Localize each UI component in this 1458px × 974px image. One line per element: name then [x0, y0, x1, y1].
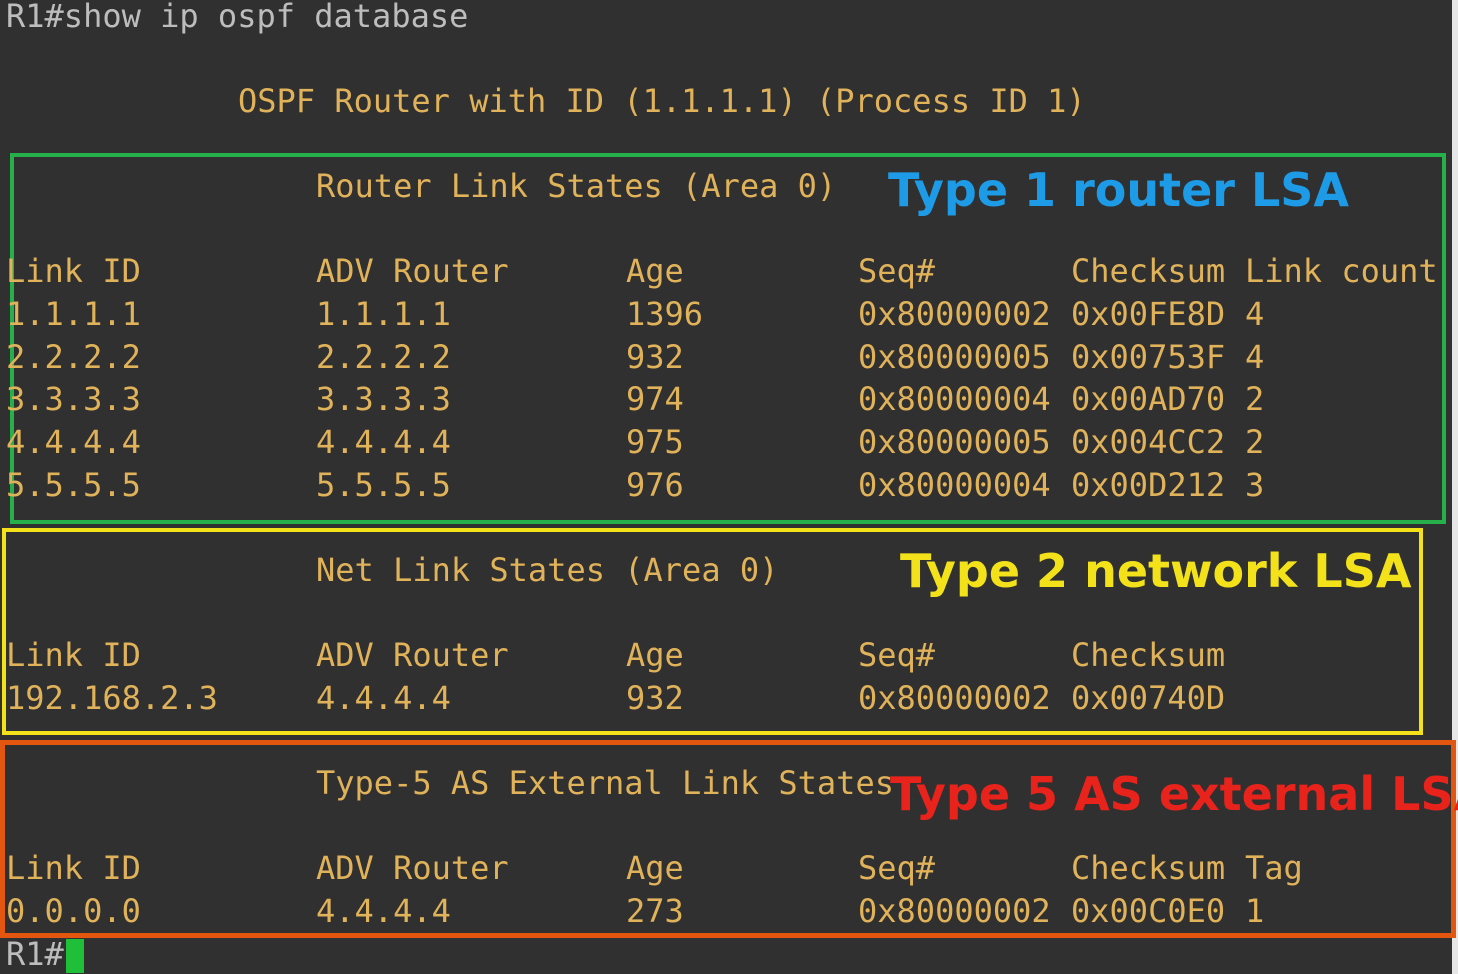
column-header: Tag — [1245, 849, 1303, 887]
cell-checksum: 0x00740D — [1071, 679, 1226, 717]
cell-adv-router: 2.2.2.2 — [316, 338, 451, 376]
cell-adv-router: 1.1.1.1 — [316, 295, 451, 333]
cell-age: 974 — [626, 380, 684, 418]
cell-checksum: 0x00AD70 — [1071, 380, 1226, 418]
column-header: Link ID — [6, 252, 141, 290]
cell-adv-router: 4.4.4.4 — [316, 423, 451, 461]
cell-checksum: 0x00753F — [1071, 338, 1226, 376]
cell-checksum: 0x004CC2 — [1071, 423, 1226, 461]
column-header: ADV Router — [316, 636, 509, 674]
cell-link-count: 3 — [1245, 466, 1265, 504]
cell-adv-router: 5.5.5.5 — [316, 466, 451, 504]
command-line: R1#show ip ospf database — [6, 0, 469, 35]
terminal-prompt[interactable]: R1# — [6, 934, 64, 974]
cell-checksum: 0x00D212 — [1071, 466, 1226, 504]
cell-link-id: 0.0.0.0 — [6, 892, 141, 930]
router-lsa-annotation: Type 1 router LSA — [888, 163, 1350, 217]
column-header: Link ID — [6, 636, 141, 674]
cell-link-count: 4 — [1245, 295, 1265, 333]
external-lsa-annotation: Type 5 AS external LSA — [890, 767, 1458, 821]
cell-link-count: 4 — [1245, 338, 1265, 376]
column-header: Checksum — [1071, 252, 1226, 290]
cell-checksum: 0x00C0E0 — [1071, 892, 1226, 930]
cell-seq: 0x80000002 — [858, 295, 1051, 333]
external-section-title: Type-5 AS External Link States — [316, 764, 894, 802]
cell-checksum: 0x00FE8D — [1071, 295, 1226, 333]
column-header: Age — [626, 849, 684, 887]
cell-age: 1396 — [626, 295, 704, 333]
cell-seq: 0x80000002 — [858, 892, 1051, 930]
column-header: ADV Router — [316, 252, 509, 290]
cell-link-id: 5.5.5.5 — [6, 466, 141, 504]
column-header: Link count — [1245, 252, 1438, 290]
column-header: Seq# — [858, 636, 936, 674]
column-header: Seq# — [858, 849, 936, 887]
cell-age: 932 — [626, 679, 684, 717]
text-cursor — [66, 939, 84, 973]
cell-link-count: 2 — [1245, 423, 1265, 461]
cell-link-id: 3.3.3.3 — [6, 380, 141, 418]
column-header: Seq# — [858, 252, 936, 290]
column-header: Checksum — [1071, 849, 1226, 887]
cell-seq: 0x80000005 — [858, 338, 1051, 376]
column-header: Link ID — [6, 849, 141, 887]
cell-adv-router: 4.4.4.4 — [316, 892, 451, 930]
router-section-title: Router Link States (Area 0) — [316, 167, 837, 205]
cell-link-id: 4.4.4.4 — [6, 423, 141, 461]
cell-age: 976 — [626, 466, 684, 504]
cell-link-id: 1.1.1.1 — [6, 295, 141, 333]
cell-adv-router: 4.4.4.4 — [316, 679, 451, 717]
cell-age: 975 — [626, 423, 684, 461]
cell-age: 273 — [626, 892, 684, 930]
column-header: Checksum — [1071, 636, 1226, 674]
ospf-header: OSPF Router with ID (1.1.1.1) (Process I… — [238, 82, 1086, 120]
cell-link-id: 2.2.2.2 — [6, 338, 141, 376]
network-lsa-annotation: Type 2 network LSA — [900, 544, 1412, 598]
network-section-title: Net Link States (Area 0) — [316, 551, 779, 589]
cell-seq: 0x80000004 — [858, 380, 1051, 418]
cell-link-id: 192.168.2.3 — [6, 679, 218, 717]
cell-seq: 0x80000002 — [858, 679, 1051, 717]
cell-adv-router: 3.3.3.3 — [316, 380, 451, 418]
cell-seq: 0x80000004 — [858, 466, 1051, 504]
cell-link-count: 2 — [1245, 380, 1265, 418]
cell-seq: 0x80000005 — [858, 423, 1051, 461]
column-header: ADV Router — [316, 849, 509, 887]
column-header: Age — [626, 636, 684, 674]
cell-age: 932 — [626, 338, 684, 376]
cell-tag: 1 — [1245, 892, 1265, 930]
column-header: Age — [626, 252, 684, 290]
